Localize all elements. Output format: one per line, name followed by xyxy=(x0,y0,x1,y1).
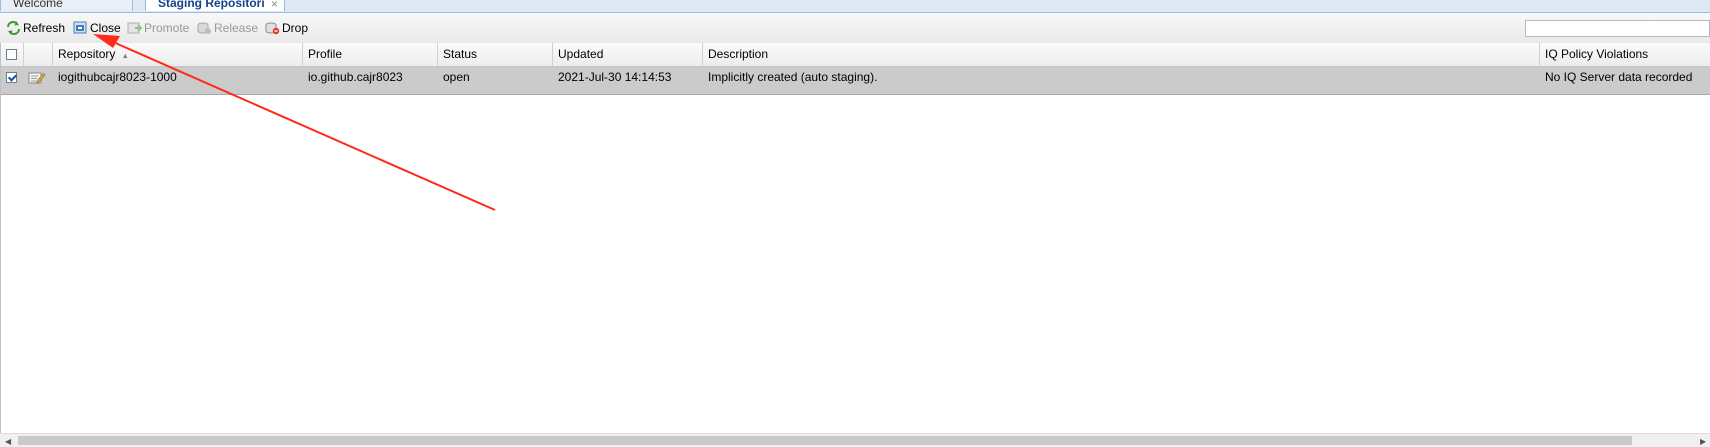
sort-ascending-icon: ▲ xyxy=(121,53,129,60)
column-header-description[interactable]: Description xyxy=(703,43,1540,66)
icon-column-header xyxy=(24,43,53,66)
scroll-left-icon[interactable]: ◀ xyxy=(5,437,11,446)
table-row[interactable]: iogithubcajr8023-1000 io.github.cajr8023… xyxy=(0,67,1710,95)
promote-label: Promote xyxy=(144,21,190,35)
column-header-profile[interactable]: Profile xyxy=(303,43,438,66)
cell-status: open xyxy=(443,70,470,84)
tab-welcome-label: Welcome xyxy=(13,0,63,10)
promote-icon xyxy=(127,21,143,35)
select-all-cell xyxy=(0,43,24,66)
drop-label: Drop xyxy=(282,21,309,35)
grid-left-border xyxy=(0,43,1,433)
column-label-updated: Updated xyxy=(558,47,604,61)
cell-description: Implicitly created (auto staging). xyxy=(708,70,878,84)
refresh-button[interactable]: Refresh xyxy=(6,19,65,37)
column-label-status: Status xyxy=(443,47,478,61)
column-header-repository[interactable]: Repository ▲ xyxy=(53,43,303,66)
tab-welcome[interactable]: Welcome xyxy=(0,0,133,11)
close-label: Close xyxy=(90,21,121,35)
close-tab-icon[interactable]: ✕ xyxy=(271,0,279,9)
tab-staging-label: Staging Repositori xyxy=(158,0,265,10)
column-header-updated[interactable]: Updated xyxy=(553,43,703,66)
cell-updated: 2021-Jul-30 14:14:53 xyxy=(558,70,672,84)
refresh-icon xyxy=(6,21,21,35)
scrollbar-thumb[interactable] xyxy=(18,436,1632,445)
promote-button[interactable]: Promote xyxy=(127,19,189,37)
column-label-description: Description xyxy=(708,47,769,61)
refresh-label: Refresh xyxy=(23,21,66,35)
column-header-iq-policy[interactable]: IQ Policy Violations xyxy=(1540,43,1710,66)
column-label-profile: Profile xyxy=(308,47,343,61)
column-label-repository: Repository xyxy=(58,47,116,61)
row-checkbox[interactable] xyxy=(6,72,17,83)
release-label: Release xyxy=(214,21,259,35)
column-label-iq-policy: IQ Policy Violations xyxy=(1545,47,1649,61)
search-input[interactable] xyxy=(1525,20,1710,37)
horizontal-scrollbar[interactable]: ◀ ▶ xyxy=(0,433,1710,447)
cell-profile: io.github.cajr8023 xyxy=(308,70,403,84)
cell-iq-policy: No IQ Server data recorded xyxy=(1545,70,1693,84)
edit-repository-icon[interactable] xyxy=(28,70,46,88)
release-button[interactable]: Release xyxy=(197,19,258,37)
close-repository-icon xyxy=(73,21,88,35)
close-button[interactable]: Close xyxy=(73,19,121,37)
scroll-right-icon[interactable]: ▶ xyxy=(1700,437,1706,446)
cell-repository: iogithubcajr8023-1000 xyxy=(58,70,177,84)
drop-button[interactable]: Drop xyxy=(265,19,308,37)
toolbar: Refresh Close Promote Release Drop xyxy=(0,13,1710,44)
column-header-status[interactable]: Status xyxy=(438,43,553,66)
release-icon xyxy=(197,21,212,35)
select-all-checkbox[interactable] xyxy=(6,49,17,60)
grid-header: Repository ▲ Profile Status Updated Desc… xyxy=(0,43,1710,67)
tab-strip: Welcome Staging Repositori ✕ xyxy=(0,0,1710,13)
tab-staging-repositories[interactable]: Staging Repositori ✕ xyxy=(145,0,285,11)
drop-icon xyxy=(265,21,280,35)
